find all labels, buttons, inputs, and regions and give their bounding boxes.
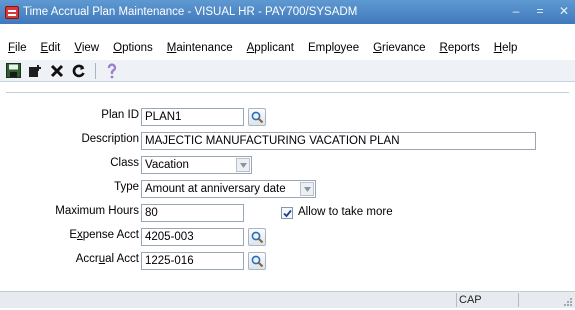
- expense-acct-lookup-button[interactable]: [248, 228, 266, 246]
- menu-options[interactable]: Options: [113, 42, 153, 54]
- class-label: Class: [110, 157, 139, 169]
- title-bar: Time Accrual Plan Maintenance - VISUAL H…: [0, 0, 575, 24]
- minimize-button[interactable]: –: [509, 3, 523, 19]
- menu-maintenance[interactable]: Maintenance: [167, 42, 233, 54]
- refresh-icon[interactable]: [70, 62, 88, 80]
- type-dropdown-button[interactable]: [300, 182, 314, 196]
- toolbar: [0, 60, 575, 82]
- allow-take-more-label: Allow to take more: [298, 206, 393, 218]
- expense-acct-label: Expense Acct: [69, 229, 139, 241]
- resize-grip[interactable]: [563, 296, 573, 306]
- expense-acct-field[interactable]: 4205-003: [141, 228, 244, 246]
- caps-lock-indicator: CAP: [456, 293, 496, 307]
- window-controls: – = ✕: [509, 3, 571, 19]
- accrual-acct-lookup-button[interactable]: [248, 252, 266, 270]
- new-record-icon[interactable]: [26, 62, 44, 80]
- menu-reports[interactable]: Reports: [440, 42, 480, 54]
- help-icon[interactable]: [103, 62, 121, 80]
- plan-id-label: Plan ID: [101, 109, 139, 121]
- chevron-down-icon: [239, 162, 247, 168]
- menu-grievance[interactable]: Grievance: [373, 42, 425, 54]
- close-button[interactable]: ✕: [557, 3, 571, 19]
- form-area: Plan ID PLAN1 Description MAJECTIC MANUF…: [0, 86, 575, 290]
- status-bar: CAP: [0, 291, 575, 308]
- toolbar-separator: [95, 62, 96, 79]
- save-icon[interactable]: [4, 62, 22, 80]
- maximize-button[interactable]: =: [533, 3, 547, 19]
- menu-file[interactable]: File: [8, 42, 27, 54]
- type-select[interactable]: Amount at anniversary date: [141, 180, 316, 198]
- maximum-hours-label: Maximum Hours: [55, 205, 139, 217]
- app-window: Time Accrual Plan Maintenance - VISUAL H…: [0, 0, 575, 308]
- delete-icon[interactable]: [48, 62, 66, 80]
- description-field[interactable]: MAJECTIC MANUFACTURING VACATION PLAN: [141, 132, 536, 150]
- window-title: Time Accrual Plan Maintenance - VISUAL H…: [23, 6, 358, 18]
- accrual-acct-field[interactable]: 1225-016: [141, 252, 244, 270]
- plan-id-lookup-button[interactable]: [248, 108, 266, 126]
- chevron-down-icon: [303, 186, 311, 192]
- accrual-acct-label: Accrual Acct: [75, 253, 139, 265]
- app-icon: [5, 5, 19, 19]
- status-panel-empty: [518, 293, 548, 307]
- menu-help[interactable]: Help: [494, 42, 518, 54]
- menu-bar: File Edit View Options Maintenance Appli…: [0, 38, 575, 58]
- maximum-hours-field[interactable]: 80: [141, 204, 244, 222]
- menu-applicant[interactable]: Applicant: [247, 42, 294, 54]
- menu-edit[interactable]: Edit: [41, 42, 61, 54]
- plan-form: Plan ID PLAN1 Description MAJECTIC MANUF…: [6, 92, 569, 280]
- menu-view[interactable]: View: [74, 42, 99, 54]
- description-label: Description: [81, 133, 139, 145]
- magnifier-icon: [251, 231, 263, 243]
- plan-id-field[interactable]: PLAN1: [141, 108, 244, 126]
- checkmark-icon: [282, 209, 292, 217]
- class-dropdown-button[interactable]: [236, 158, 250, 172]
- type-label: Type: [114, 181, 139, 193]
- magnifier-icon: [251, 111, 263, 123]
- magnifier-icon: [251, 255, 263, 267]
- menu-employee[interactable]: Employee: [308, 42, 359, 54]
- allow-take-more-checkbox[interactable]: [281, 207, 293, 219]
